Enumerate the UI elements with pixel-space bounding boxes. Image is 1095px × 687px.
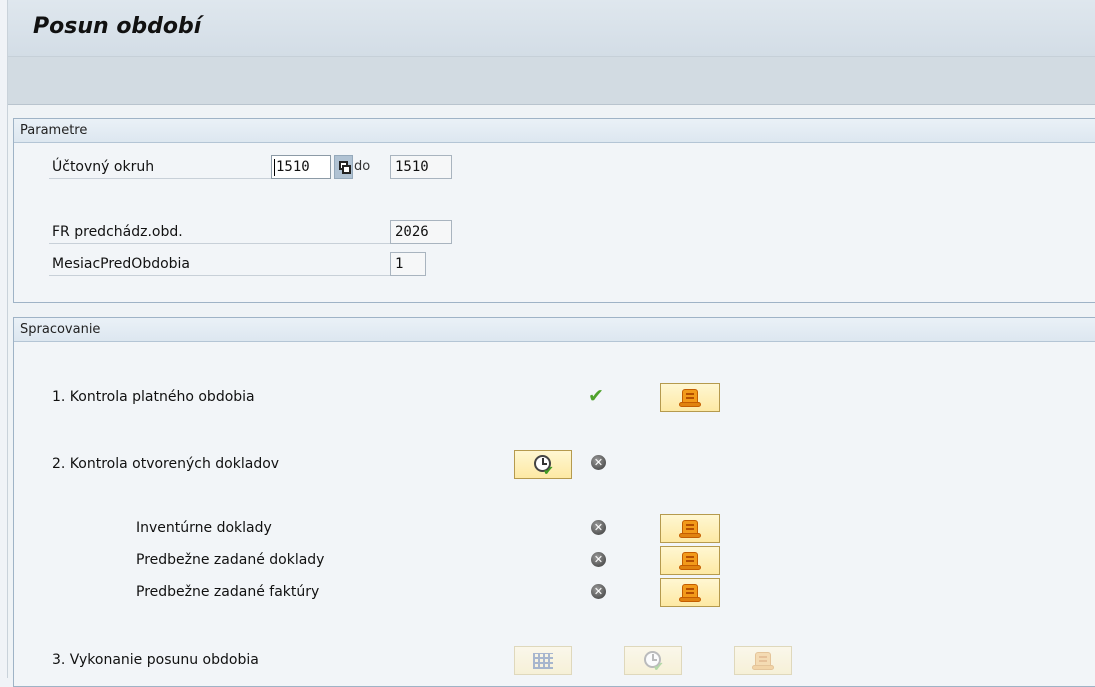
mesiac-pred-input[interactable]: 1 [390,252,426,276]
sub-item-doklady-label: Predbežne zadané doklady [136,552,325,568]
group-spracovanie-header: Spracovanie [14,318,1095,342]
grey-x-icon: ✕ [591,520,606,535]
clock-check-icon: ✔ [531,453,555,479]
group-spracovanie: Spracovanie 1. Kontrola platného obdobia… [13,317,1095,687]
grey-x-icon: ✕ [591,584,606,599]
grey-x-icon: ✕ [591,455,606,470]
sub-item-inventurne-label: Inventúrne doklady [136,520,272,536]
fr-predchadz-label: FR predchádz.obd. [49,220,390,244]
fr-predchadz-value: 2026 [395,224,429,240]
text-caret [274,159,275,176]
scroll-log-icon [677,582,703,604]
group-parametre: Parametre Účtovný okruh 1510 do 1510 FR … [13,118,1095,303]
scroll-log-icon [677,518,703,540]
step1-label: 1. Kontrola platného obdobia [52,389,255,405]
step2-label: 2. Kontrola otvorených dokladov [52,456,280,472]
ucet-okruh-to-input[interactable]: 1510 [390,155,452,179]
fr-predchadz-input[interactable]: 2026 [390,220,452,244]
ucet-okruh-label: Účtovný okruh [49,155,271,179]
sub-item-faktury-status: ✕ [589,582,609,602]
step3-execute-button[interactable]: ✔ [624,646,682,675]
sub-item-faktury-label: Predbežne zadané faktúry [136,584,320,600]
scroll-log-icon [750,650,776,672]
scroll-log-icon [677,550,703,572]
step1-status: ✔ [588,385,608,407]
green-check-icon: ✔ [588,385,604,407]
group-parametre-header: Parametre [14,119,1095,143]
ucet-okruh-to-value: 1510 [395,159,429,175]
sub-item-inventurne-status: ✕ [589,518,609,538]
ucet-okruh-from-value: 1510 [276,159,310,175]
scroll-log-icon [677,387,703,409]
title-bar: Posun období [8,0,1095,56]
sub-item-inventurne-log-button[interactable] [660,514,720,543]
sub-item-faktury-log-button[interactable] [660,578,720,607]
clock-check-icon: ✔ [641,649,665,675]
sap-window: Posun období Parametre Účtovný okruh 151… [7,0,1095,687]
step2-status: ✕ [589,453,609,473]
sub-item-doklady-status: ✕ [589,550,609,570]
grey-x-icon: ✕ [591,552,606,567]
application-toolbar [8,56,1095,105]
multiple-selection-button[interactable] [334,155,353,179]
step3-select-button[interactable] [514,646,572,675]
multiple-selection-icon-back [342,165,351,174]
to-label: do [354,159,371,174]
grid-icon [530,650,556,672]
mesiac-pred-value: 1 [395,256,404,272]
step3-label: 3. Vykonanie posunu obdobia [52,652,259,668]
ucet-okruh-from-input[interactable]: 1510 [271,155,331,179]
page-title: Posun období [33,14,202,39]
step2-execute-button[interactable]: ✔ [514,450,572,479]
mesiac-pred-label: MesiacPredObdobia [49,252,390,276]
step3-log-button[interactable] [734,646,792,675]
step1-log-button[interactable] [660,383,720,412]
sub-item-doklady-log-button[interactable] [660,546,720,575]
